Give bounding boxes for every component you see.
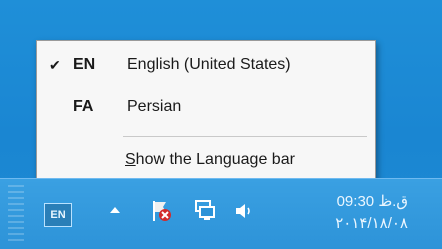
taskbar-grip[interactable] xyxy=(8,185,24,243)
speaker-icon[interactable] xyxy=(234,201,256,226)
language-name: English (United States) xyxy=(127,56,291,73)
clock-time: 09:30 ق.ظ xyxy=(336,193,408,210)
accelerator-letter: S xyxy=(125,151,136,168)
clock-date: ۲۰۱۴/۱۸/۰۸ xyxy=(335,215,408,232)
network-icon[interactable] xyxy=(192,199,218,223)
action-center-flag-icon[interactable] xyxy=(150,199,172,223)
menu-item-persian[interactable]: FA Persian xyxy=(37,91,375,123)
language-code: EN xyxy=(73,56,96,73)
show-language-bar-item[interactable]: Show the Language bar xyxy=(125,151,295,169)
language-menu: ✔ EN English (United States) FA Persian … xyxy=(36,40,376,182)
chevron-up-icon[interactable] xyxy=(108,203,122,222)
clock[interactable]: 09:30 ق.ظ ۲۰۱۴/۱۸/۰۸ xyxy=(335,191,408,235)
menu-item-english[interactable]: ✔ EN English (United States) xyxy=(37,49,375,81)
checkmark-icon: ✔ xyxy=(49,57,61,73)
show-language-bar-label: how the Language bar xyxy=(135,151,295,168)
taskbar: EN 09:30 ق.ظ ۲۰۱۴/۱۸/۰۸ xyxy=(0,178,442,249)
language-indicator-button[interactable]: EN xyxy=(44,203,72,227)
language-name: Persian xyxy=(127,98,182,115)
language-code: FA xyxy=(73,98,94,115)
menu-separator xyxy=(123,136,367,137)
